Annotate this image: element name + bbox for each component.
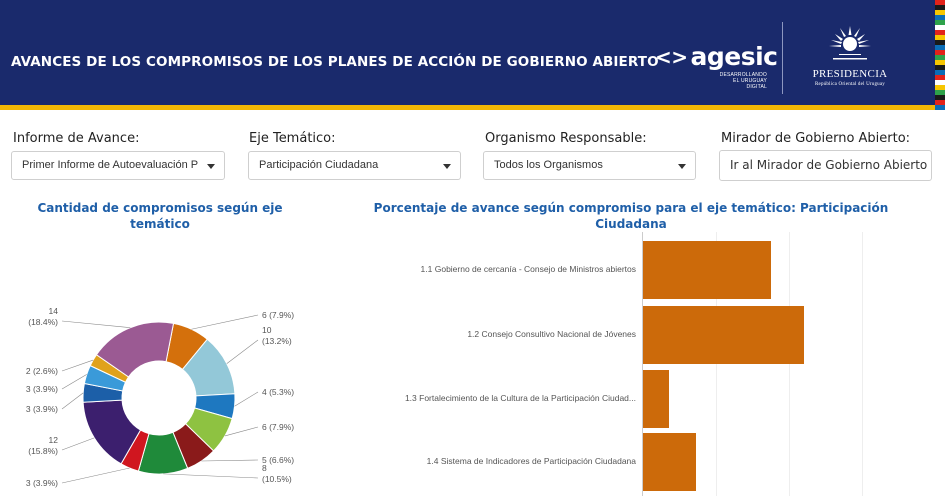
- organismo-select[interactable]: Todos los Organismos: [483, 151, 696, 180]
- filter-eje: Eje Temático:: [249, 131, 336, 149]
- bar-gridline: [789, 232, 790, 496]
- donut-leader-line: [191, 314, 259, 330]
- filter-eje-label: Eje Temático:: [249, 131, 336, 146]
- informe-select-value: Primer Informe de Autoevaluación P: [22, 159, 199, 171]
- bar-category-label: 1.1 Gobierno de cercanía - Consejo de Mi…: [420, 264, 636, 274]
- code-brackets-icon: <>: [655, 44, 688, 69]
- bar-gridline: [862, 232, 863, 496]
- eje-select-value: Participación Ciudadana: [259, 159, 379, 171]
- donut-chart-title: Cantidad de compromisos según eje temáti…: [37, 201, 283, 231]
- filter-organismo: Organismo Responsable:: [485, 131, 647, 149]
- donut-leader-line: [234, 391, 259, 407]
- presidencia-tagline: República Oriental del Uruguay: [814, 82, 885, 87]
- donut-leader-line: [163, 473, 259, 479]
- donut-leader-line: [61, 392, 84, 410]
- sun-emblem-icon: [829, 26, 871, 60]
- stripe-segment: [935, 105, 945, 110]
- donut-slice-label: 8 (10.5%): [262, 463, 292, 484]
- presidencia-logo: PRESIDENCIA República Oriental del Urugu…: [795, 22, 905, 92]
- bar-category-label: 1.3 Fortalecimiento de la Cultura de la …: [404, 393, 636, 403]
- donut-leader-line: [61, 467, 130, 484]
- donut-slice-label: 12 (15.8%): [28, 435, 58, 456]
- filter-informe: Informe de Avance:: [13, 131, 139, 149]
- header-banner: AVANCES DE LOS COMPROMISOS DE LOS PLANES…: [0, 0, 945, 110]
- bar-category-label: 1.4 Sistema de Indicadores de Participac…: [426, 456, 636, 466]
- agesic-wordmark: agesic: [690, 42, 779, 71]
- dashboard-page: AVANCES DE LOS COMPROMISOS DE LOS PLANES…: [0, 0, 945, 496]
- donut-slice-label: 5 (6.6%): [262, 455, 294, 465]
- filter-organismo-label: Organismo Responsable:: [485, 131, 647, 146]
- agesic-tagline: DESARROLLANDO EL URUGUAY DIGITAL: [719, 72, 767, 90]
- donut-slice-label: 6 (7.9%): [262, 422, 294, 432]
- organismo-select-value: Todos los Organismos: [494, 159, 603, 171]
- filter-mirador-label: Mirador de Gobierno Abierto:: [721, 131, 911, 146]
- page-title: AVANCES DE LOS COMPROMISOS DE LOS PLANES…: [11, 54, 659, 70]
- presidencia-wordmark: PRESIDENCIA: [812, 68, 888, 80]
- filter-informe-label: Informe de Avance:: [13, 131, 140, 146]
- eje-select[interactable]: Participación Ciudadana: [248, 151, 461, 180]
- donut-chart: 6 (7.9%) 10 (13.2%) 4 (5.3%) 6 (7.9%) 5 (6.6%…: [26, 306, 294, 488]
- donut-slice-label: 2 (2.6%): [26, 366, 58, 376]
- mirador-button[interactable]: Ir al Mirador de Gobierno Abierto: [719, 150, 932, 181]
- bar[interactable]: [643, 306, 804, 364]
- bar[interactable]: [643, 370, 670, 428]
- donut-slice-label: 3 (3.9%): [26, 384, 58, 394]
- donut-leader-line: [61, 374, 87, 390]
- donut-slice-label: 3 (3.9%): [26, 404, 58, 414]
- agesic-logo: <> agesic DESARROLLANDO EL URUGUAY DIGIT…: [655, 42, 779, 90]
- filter-mirador: Mirador de Gobierno Abierto:: [721, 131, 910, 149]
- header-divider: [782, 22, 783, 94]
- donut-slice-label: 4 (5.3%): [262, 387, 294, 397]
- donut-leader-line: [61, 437, 95, 451]
- bar[interactable]: [643, 433, 696, 491]
- bar[interactable]: [643, 241, 772, 299]
- donut-leader-line: [224, 426, 259, 437]
- donut-slice-label: 10 (13.2%): [262, 325, 292, 346]
- bar-category-label: 1.2 Consejo Consultivo Nacional de Jóven…: [467, 329, 636, 339]
- donut-leader-line: [61, 320, 131, 328]
- color-stripe: [935, 0, 945, 110]
- donut-leader-line: [201, 459, 259, 462]
- donut-slice-label: 14 (18.4%): [28, 306, 58, 327]
- donut-leader-line: [226, 339, 259, 364]
- chevron-down-icon: [443, 164, 451, 169]
- chevron-down-icon: [207, 164, 215, 169]
- donut-slice-label: 6 (7.9%): [262, 310, 294, 320]
- donut-slice-label: 3 (3.9%): [26, 478, 58, 488]
- bar-chart-title: Porcentaje de avance según compromiso pa…: [373, 201, 889, 231]
- chevron-down-icon: [678, 164, 686, 169]
- informe-select[interactable]: Primer Informe de Autoevaluación P: [11, 151, 225, 180]
